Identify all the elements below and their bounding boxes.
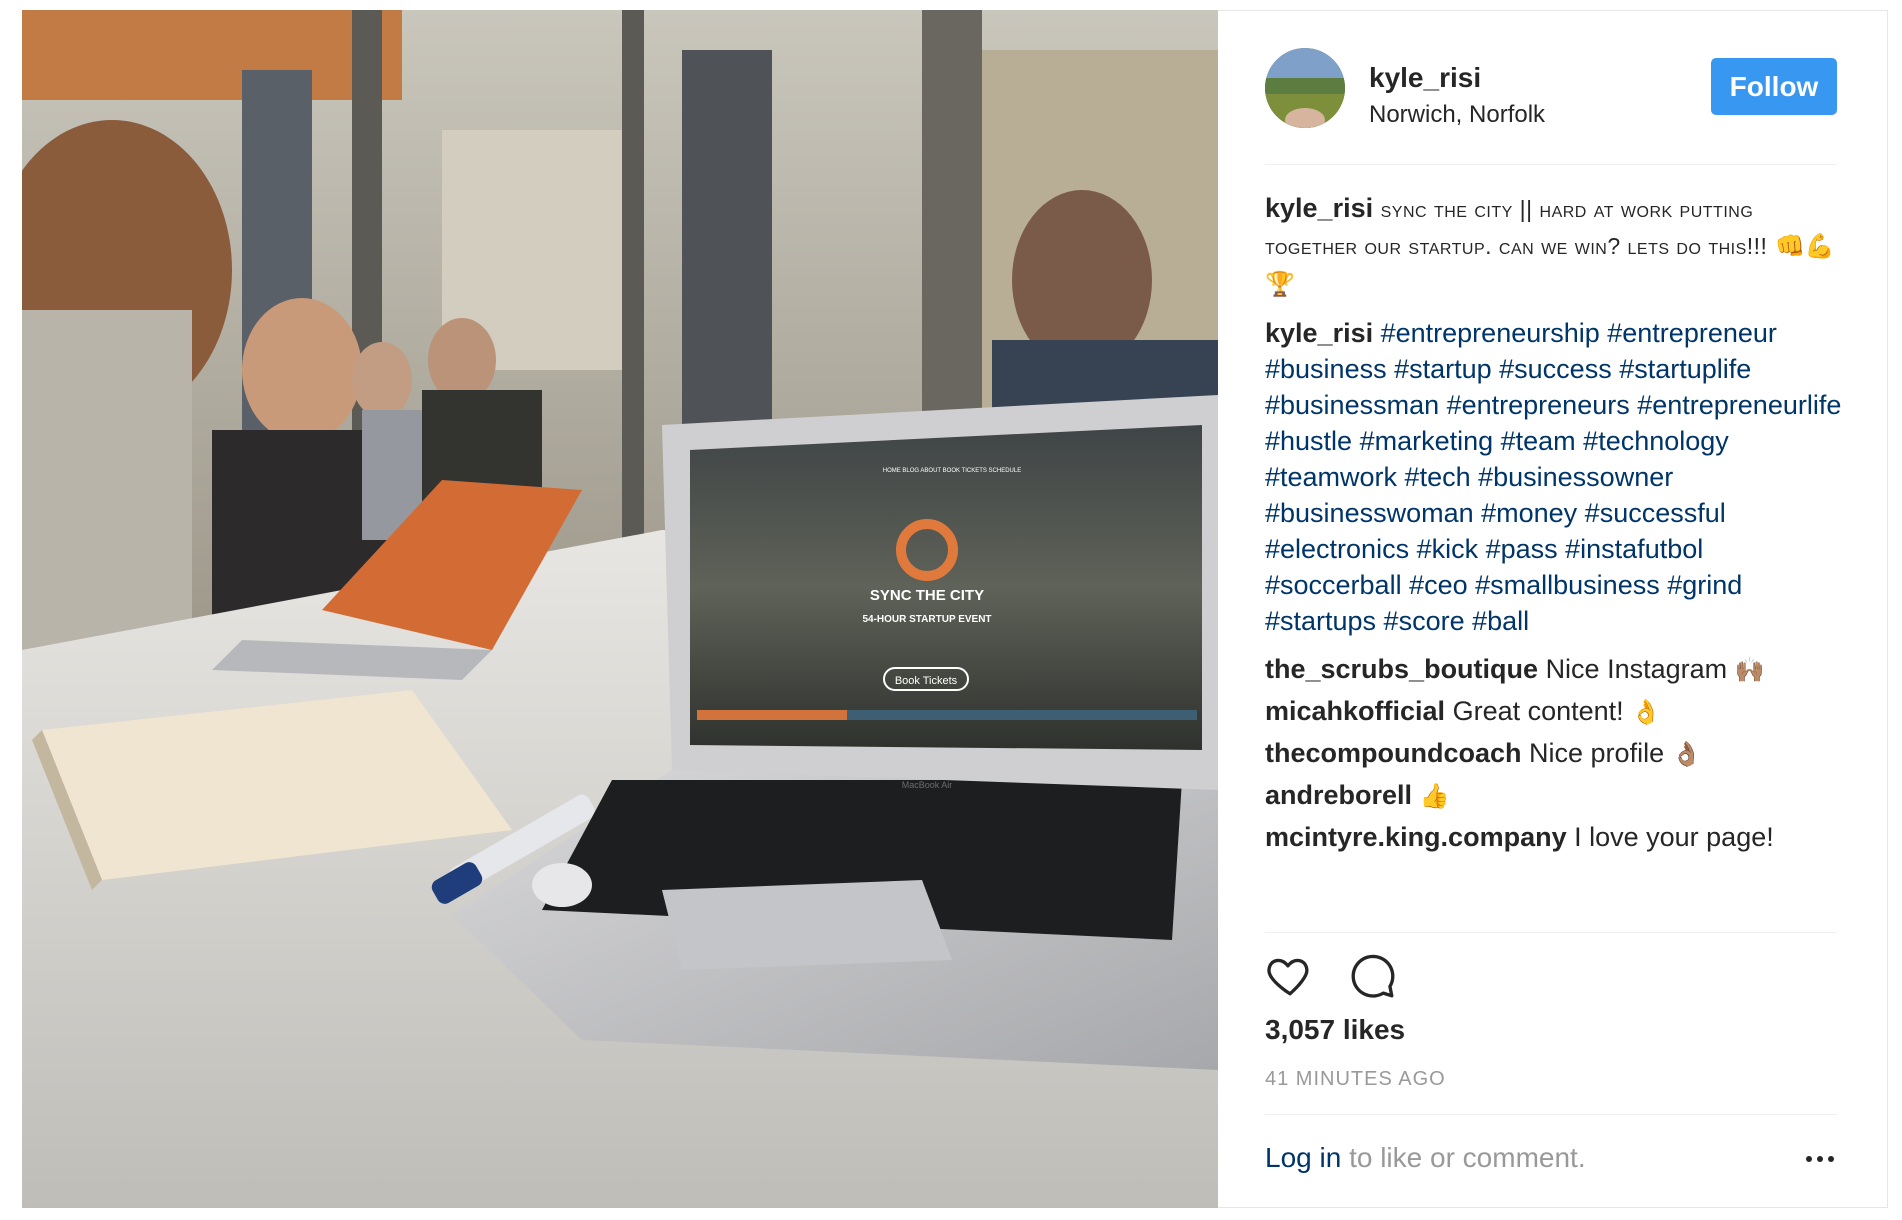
comment-text: Great content!	[1452, 696, 1624, 726]
header-location[interactable]: Norwich, Norfolk	[1369, 101, 1545, 129]
comment-username[interactable]: mcintyre.king.company	[1265, 822, 1567, 852]
comment-emoji: 👌🏽	[1671, 741, 1702, 768]
avatar[interactable]	[1265, 48, 1345, 128]
screen-subtitle: 54-HOUR STARTUP EVENT	[862, 614, 991, 625]
comment-text: Nice Instagram	[1545, 654, 1728, 684]
comment-emoji: 🙌🏽	[1734, 657, 1765, 684]
login-link[interactable]: Log in	[1265, 1142, 1341, 1173]
list-item: andreborell 👍	[1265, 777, 1845, 815]
post-actions	[1265, 950, 1465, 1000]
list-item: micahkofficial Great content! 👌	[1265, 693, 1845, 731]
post-timestamp[interactable]: 41 MINUTES AGO	[1265, 1068, 1446, 1091]
post-side-panel: kyle_risi Norwich, Norfolk Follow kyle_r…	[1218, 10, 1888, 1208]
laptop-brand-label: MacBook Air	[902, 780, 953, 790]
comment-username[interactable]: andreborell	[1265, 780, 1412, 810]
avatar-image	[1265, 48, 1345, 128]
hashtag-comment-username[interactable]: kyle_risi	[1265, 318, 1373, 348]
hashtag-list[interactable]: #entrepreneurship #entrepreneur #busines…	[1265, 318, 1841, 636]
follow-button[interactable]: Follow	[1711, 58, 1837, 115]
heart-icon[interactable]	[1265, 950, 1315, 1000]
footer-divider	[1265, 1114, 1837, 1115]
hashtag-comment: kyle_risi #entrepreneurship #entrepreneu…	[1265, 315, 1845, 639]
post-photo[interactable]: SYNC THE CITY 54-HOUR STARTUP EVENT Book…	[22, 10, 1218, 1208]
screen-cta: Book Tickets	[895, 675, 958, 687]
list-item: thecompoundcoach Nice profile 👌🏽	[1265, 735, 1845, 773]
login-suffix: to like or comment.	[1349, 1142, 1586, 1173]
actions-divider	[1265, 932, 1837, 933]
login-prompt: Log in to like or comment.	[1265, 1142, 1837, 1174]
comment-emoji: 👌	[1631, 699, 1662, 726]
comment-username[interactable]: the_scrubs_boutique	[1265, 654, 1538, 684]
photo-illustration: SYNC THE CITY 54-HOUR STARTUP EVENT Book…	[22, 10, 1218, 1208]
comment-text: Nice profile	[1529, 738, 1665, 768]
list-item: the_scrubs_boutique Nice Instagram 🙌🏽	[1265, 651, 1845, 689]
comment-text: I love your page!	[1574, 822, 1774, 852]
likes-count[interactable]: 3,057 likes	[1265, 1014, 1405, 1046]
caption: kyle_risi SYNC THE CITY || HARD AT WORK …	[1265, 190, 1845, 303]
comment-emoji: 👍	[1419, 783, 1450, 810]
comment-icon[interactable]	[1347, 950, 1397, 1000]
screen-title: SYNC THE CITY	[870, 587, 984, 604]
caption-username[interactable]: kyle_risi	[1265, 193, 1373, 223]
screen-nav: HOME BLOG ABOUT BOOK TICKETS SCHEDULE	[883, 468, 1021, 474]
comment-username[interactable]: thecompoundcoach	[1265, 738, 1522, 768]
post-header: kyle_risi Norwich, Norfolk Follow	[1265, 48, 1837, 166]
comment-username[interactable]: micahkofficial	[1265, 696, 1445, 726]
list-item: mcintyre.king.company I love your page!	[1265, 819, 1845, 857]
comments-list: kyle_risi SYNC THE CITY || HARD AT WORK …	[1265, 190, 1845, 861]
more-options-icon[interactable]	[1803, 1146, 1837, 1172]
header-username[interactable]: kyle_risi	[1369, 62, 1481, 94]
header-divider	[1265, 164, 1837, 165]
